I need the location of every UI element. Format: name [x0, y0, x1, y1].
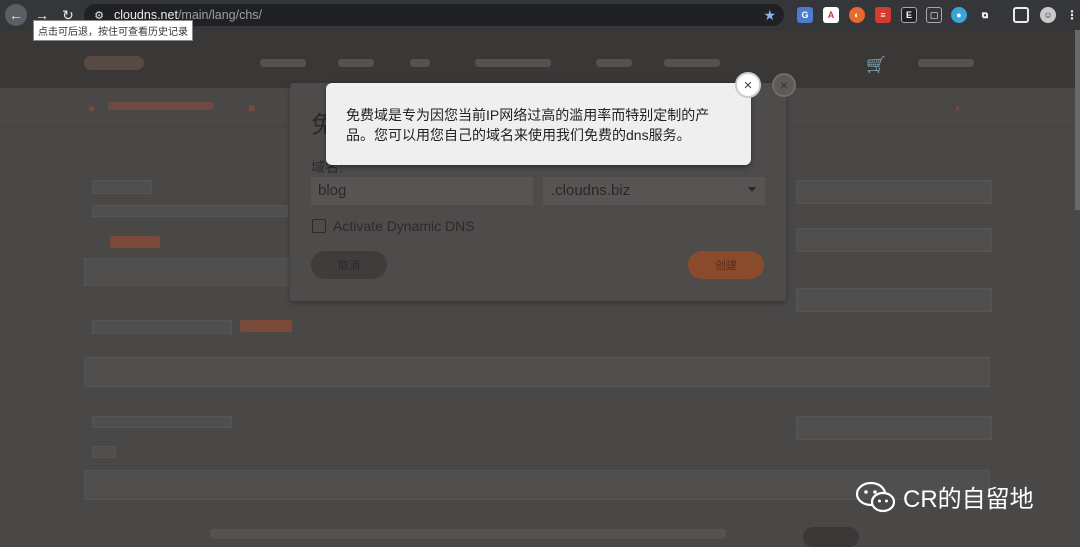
red-extension-icon[interactable]: ≡ [875, 7, 891, 23]
nav-placeholder [918, 58, 978, 72]
input-placeholder [84, 357, 990, 387]
logout-icon: ◐ [955, 101, 963, 115]
domain-name-input[interactable]: blog [311, 177, 533, 205]
cloudns-logo [84, 52, 148, 79]
section-title-placeholder [92, 180, 152, 194]
back-arrow-icon: ← [9, 7, 23, 23]
nav-placeholder [410, 58, 434, 72]
zone-select-value: .cloudns.biz [551, 182, 631, 199]
side-panel-placeholder [796, 416, 992, 440]
cookie-notice [210, 529, 730, 544]
nav-placeholder [596, 58, 636, 72]
status-badge [240, 320, 292, 332]
input-placeholder [84, 258, 294, 286]
dark-extension-icon[interactable]: E [901, 7, 917, 23]
translate-extension-icon[interactable]: G [797, 7, 813, 23]
section-title-placeholder [92, 320, 232, 334]
colorful-extension-icon[interactable]: ● [951, 7, 967, 23]
info-popup: 免费域是专为因您当前IP网络过高的滥用率而特别定制的产品。您可以用您自己的域名来… [326, 83, 751, 165]
back-tooltip: 点击可后退，按住可查看历史记录 [33, 20, 193, 41]
popup-text: 免费域是专为因您当前IP网络过高的滥用率而特别定制的产品。您可以用您自己的域名来… [346, 107, 710, 143]
nav-placeholder [260, 58, 310, 72]
zone-select[interactable]: .cloudns.biz [543, 177, 765, 205]
side-panel-placeholder [796, 228, 992, 252]
side-panel-placeholder [796, 288, 992, 312]
wechat-watermark: CR的自留地 [855, 479, 1034, 514]
meta-placeholder [92, 416, 232, 428]
watermark-text: CR的自留地 [903, 486, 1034, 513]
nav-placeholder [664, 58, 724, 72]
extensions-puzzle-icon[interactable]: ⧉ [977, 7, 993, 23]
cancel-button[interactable]: 取消 [311, 251, 387, 279]
side-panel-icon[interactable] [1013, 7, 1029, 23]
nav-placeholder [338, 58, 378, 72]
back-button[interactable]: ← [5, 4, 27, 26]
chevron-down-icon [748, 187, 756, 192]
popup-close-icon[interactable]: × [735, 72, 761, 98]
location-placeholder [108, 101, 218, 115]
wechat-icon [855, 480, 897, 514]
bookmark-star-icon[interactable]: ★ [763, 7, 776, 24]
meta-placeholder [92, 205, 288, 217]
cart-icon: 🛒 [866, 57, 886, 74]
status-badge [110, 236, 160, 248]
dynamic-dns-label: Activate Dynamic DNS [333, 218, 475, 234]
modal-close-icon[interactable]: × [772, 73, 796, 97]
menu-dots-icon[interactable]: ⋮ [1064, 7, 1080, 23]
location-pin-icon: ● [88, 101, 96, 115]
orange-extension-icon[interactable]: ◐ [849, 7, 865, 23]
create-button[interactable]: 创建 [688, 251, 764, 279]
side-panel-placeholder [796, 180, 992, 204]
pdf-extension-icon[interactable]: A [823, 7, 839, 23]
page-scrollbar[interactable] [1075, 30, 1080, 210]
lock-icon: ■ [248, 101, 256, 115]
profile-avatar-icon[interactable]: ☺ [1040, 7, 1056, 23]
label-placeholder [92, 446, 116, 458]
box-extension-icon[interactable]: ▢ [926, 7, 942, 23]
dynamic-dns-checkbox[interactable] [312, 219, 326, 233]
cookie-accept-button[interactable] [803, 527, 859, 547]
nav-placeholder [475, 58, 555, 72]
